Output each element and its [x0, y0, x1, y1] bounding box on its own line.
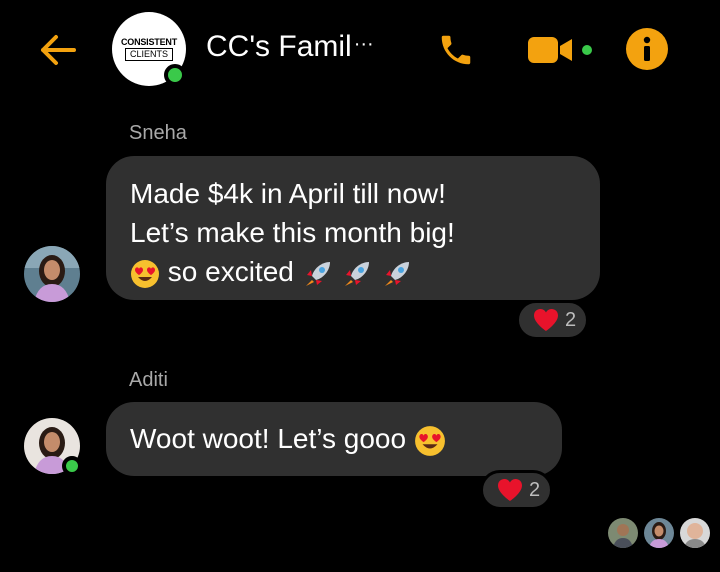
message-bubble[interactable]: Woot woot! Let’s gooo	[106, 402, 562, 476]
video-call-button[interactable]	[526, 32, 596, 68]
arrow-left-icon	[41, 35, 76, 65]
rocket-emoji	[305, 261, 330, 286]
red-heart-icon	[534, 309, 558, 331]
avatar-man-outdoors	[608, 518, 638, 548]
chat-title-text: CC's Famil	[206, 30, 352, 63]
read-receipts[interactable]	[604, 516, 712, 550]
read-receipt-avatar	[606, 516, 640, 550]
heart-eyes-emoji	[414, 425, 445, 456]
info-button[interactable]	[626, 28, 668, 70]
red-heart-icon	[498, 479, 522, 501]
message-text: Woot woot! Let’s gooo	[130, 423, 407, 454]
logo-text-bottom: CLIENTS	[124, 48, 173, 61]
message-line: Let’s make this month big!	[130, 217, 455, 248]
message-line: so excited	[130, 252, 600, 291]
reaction-count: 2	[565, 308, 577, 331]
avatar-woman	[644, 518, 674, 548]
phone-icon	[441, 35, 471, 65]
online-status-dot	[164, 64, 186, 86]
heart-eyes-emoji	[131, 259, 159, 288]
logo-text-top: CONSISTENT	[120, 37, 177, 47]
online-status-dot	[62, 456, 82, 476]
back-button[interactable]	[36, 30, 80, 70]
read-receipt-avatar	[642, 516, 676, 550]
group-avatar[interactable]: CONSISTENT CLIENTS	[112, 12, 186, 86]
message-line: Woot woot! Let’s gooo	[130, 419, 562, 458]
video-active-dot	[582, 45, 592, 55]
info-icon	[643, 36, 651, 61]
reaction-count: 2	[529, 478, 541, 501]
rocket-emoji	[385, 261, 410, 286]
reaction-badge[interactable]: 2	[516, 300, 590, 340]
avatar[interactable]	[24, 246, 80, 302]
message-text: so excited	[167, 256, 294, 287]
avatar-bald-man	[680, 518, 710, 548]
message-line: Made $4k in April till now!	[130, 178, 446, 209]
avatar-sneha-photo	[24, 246, 80, 302]
chat-header: CONSISTENT CLIENTS CC's Famil ···	[0, 0, 720, 100]
video-camera-icon	[528, 37, 572, 63]
read-receipt-avatar	[678, 516, 712, 550]
sender-name: Sneha	[129, 122, 187, 144]
chat-title[interactable]: CC's Famil ···	[206, 30, 374, 64]
voice-call-button[interactable]	[434, 28, 478, 72]
message-bubble[interactable]: Made $4k in April till now! Let’s make t…	[106, 156, 600, 300]
chat-title-ellipsis: ···	[353, 33, 374, 55]
reaction-badge[interactable]: 2	[480, 470, 554, 510]
sender-name: Aditi	[129, 369, 168, 391]
rocket-emoji	[345, 261, 370, 286]
